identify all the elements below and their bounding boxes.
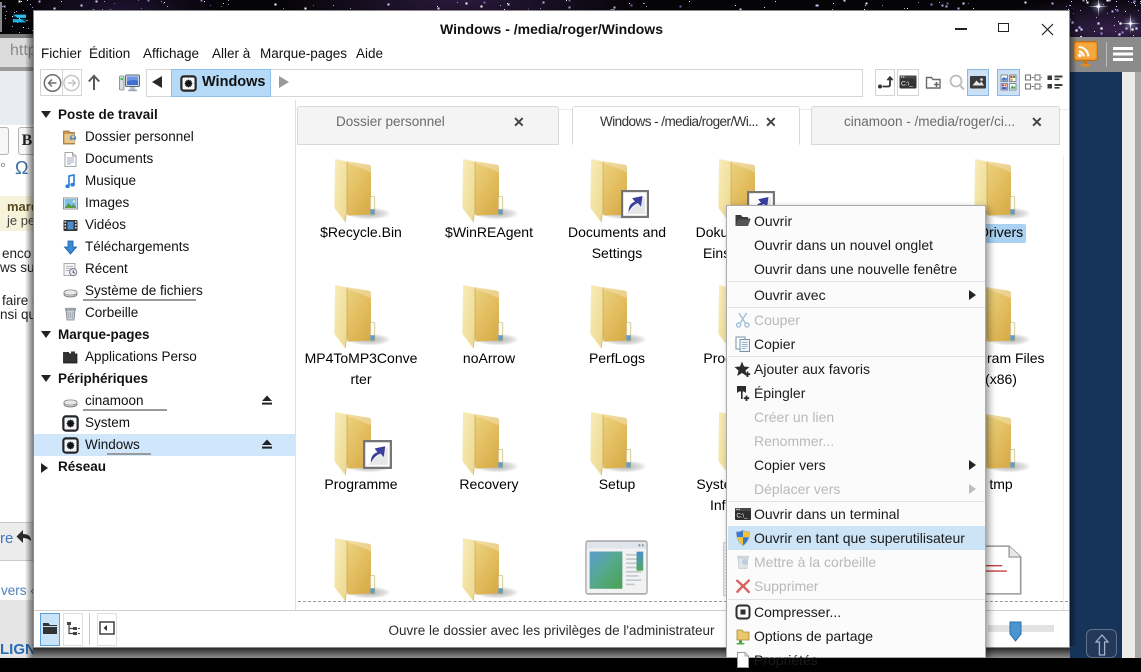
svg-text:C:\_: C:\_ [737, 514, 749, 520]
svg-text:C:\_: C:\_ [901, 81, 913, 88]
